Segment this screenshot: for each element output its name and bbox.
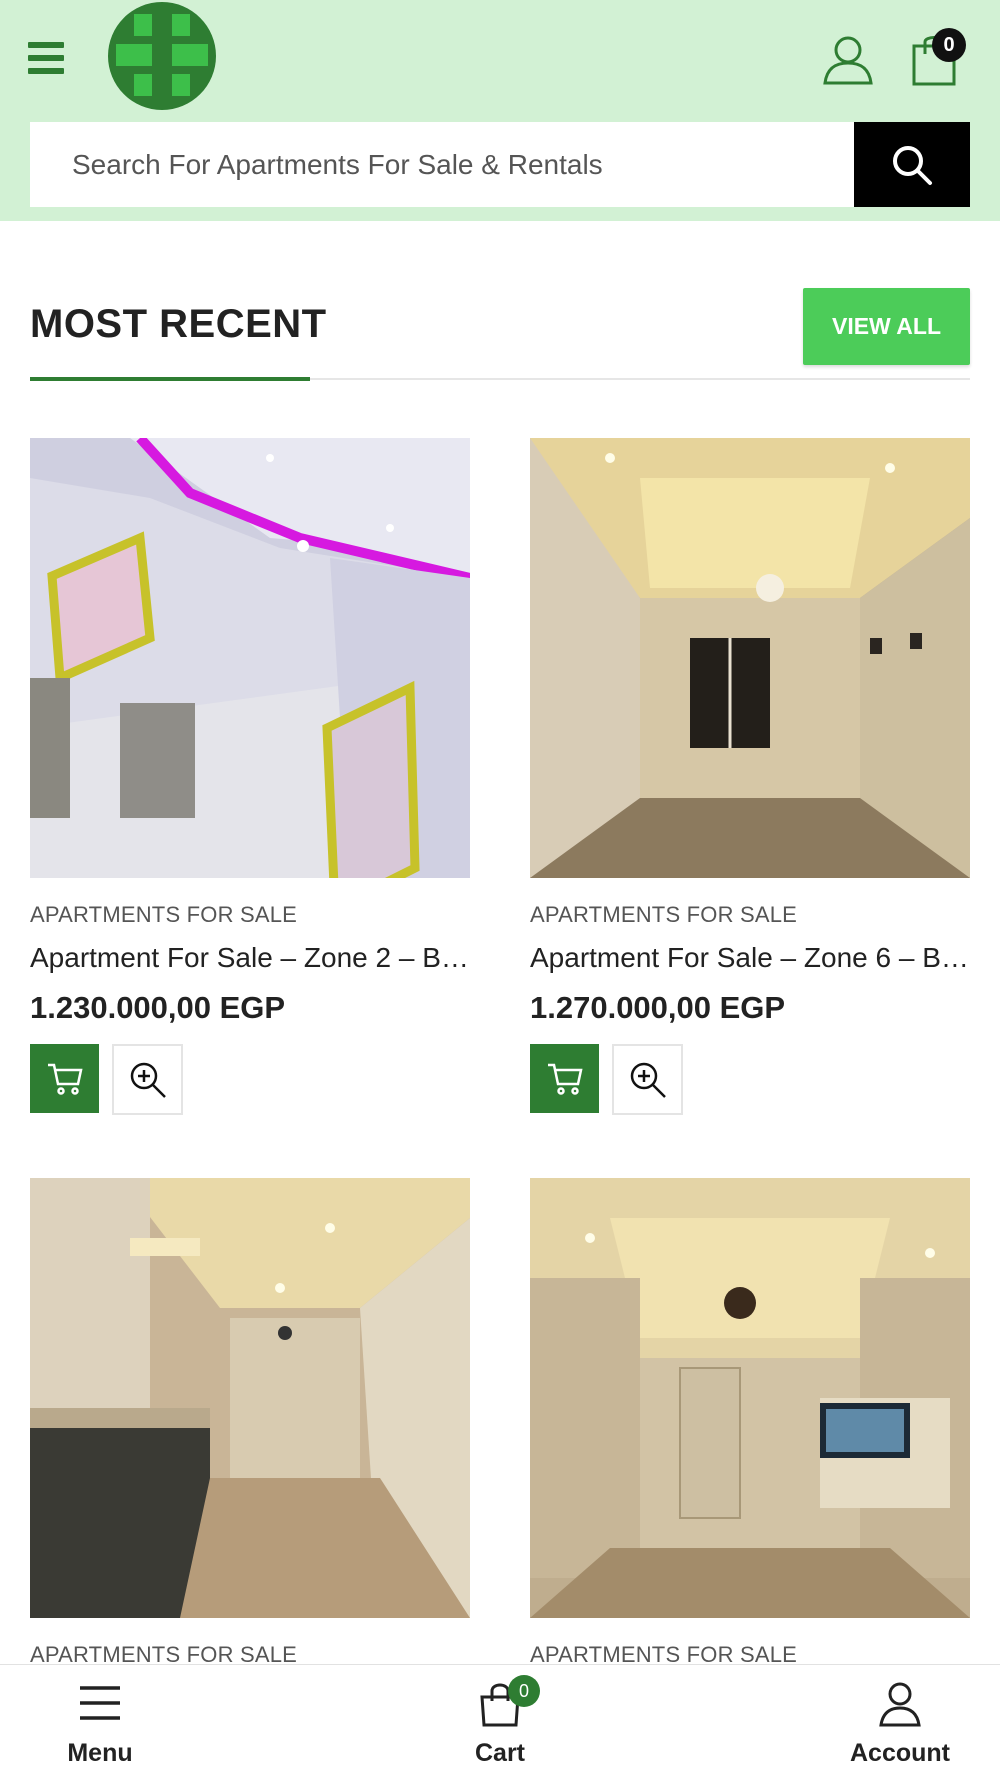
product-image[interactable] bbox=[30, 438, 470, 878]
nav-menu[interactable]: Menu bbox=[0, 1665, 200, 1778]
search-button[interactable] bbox=[854, 122, 970, 207]
add-to-cart-button[interactable] bbox=[30, 1044, 99, 1113]
section-divider-accent bbox=[30, 377, 310, 381]
nav-cart[interactable]: 0 Cart bbox=[400, 1665, 600, 1778]
zoom-in-icon bbox=[130, 1062, 166, 1098]
product-card: APARTMENTS FOR SALE Apartment For Sale –… bbox=[30, 438, 470, 1115]
nav-cart-badge: 0 bbox=[508, 1675, 540, 1707]
hamburger-icon[interactable] bbox=[28, 42, 68, 78]
nav-cart-label: Cart bbox=[474, 1739, 525, 1767]
user-icon bbox=[879, 1682, 921, 1727]
section-title: MOST RECENT bbox=[30, 302, 327, 346]
product-card: APARTMENTS FOR SALE Apartment For Sale –… bbox=[530, 438, 970, 1115]
add-to-cart-button[interactable] bbox=[530, 1044, 599, 1113]
product-price: 1.230.000,00 EGP bbox=[30, 990, 286, 1025]
product-image[interactable] bbox=[30, 1178, 470, 1618]
cart-icon bbox=[47, 1063, 83, 1095]
product-category: APARTMENTS FOR SALE bbox=[30, 902, 298, 927]
cart-count-badge: 0 bbox=[932, 28, 966, 62]
product-image[interactable] bbox=[530, 1178, 970, 1618]
quick-view-button[interactable] bbox=[112, 1044, 183, 1115]
product-title[interactable]: Apartment For Sale – Zone 2 – B2… bbox=[30, 942, 470, 974]
site-header: 0 bbox=[0, 0, 1000, 221]
nav-account[interactable]: Account bbox=[800, 1665, 1000, 1778]
product-card: APARTMENTS FOR SALE bbox=[530, 1178, 970, 1668]
nav-account-label: Account bbox=[850, 1739, 950, 1767]
search-input[interactable] bbox=[30, 122, 854, 207]
product-title[interactable]: Apartment For Sale – Zone 6 – B5… bbox=[530, 942, 970, 974]
product-price: 1.270.000,00 EGP bbox=[530, 990, 786, 1025]
zoom-in-icon bbox=[630, 1062, 666, 1098]
cart-icon bbox=[547, 1063, 583, 1095]
nav-menu-label: Menu bbox=[67, 1739, 133, 1767]
bottom-navigation: Menu 0 Cart Account bbox=[0, 1664, 1000, 1778]
quick-view-button[interactable] bbox=[612, 1044, 683, 1115]
menu-icon bbox=[80, 1686, 120, 1720]
product-image[interactable] bbox=[530, 438, 970, 878]
product-actions bbox=[530, 1044, 970, 1115]
product-actions bbox=[30, 1044, 470, 1115]
search-bar bbox=[30, 122, 970, 207]
product-card: APARTMENTS FOR SALE bbox=[30, 1178, 470, 1668]
user-icon[interactable] bbox=[822, 34, 874, 86]
globe-logo[interactable] bbox=[104, 0, 220, 112]
view-all-button[interactable]: VIEW ALL bbox=[803, 288, 970, 365]
search-icon bbox=[893, 145, 932, 185]
product-category: APARTMENTS FOR SALE bbox=[530, 902, 798, 927]
